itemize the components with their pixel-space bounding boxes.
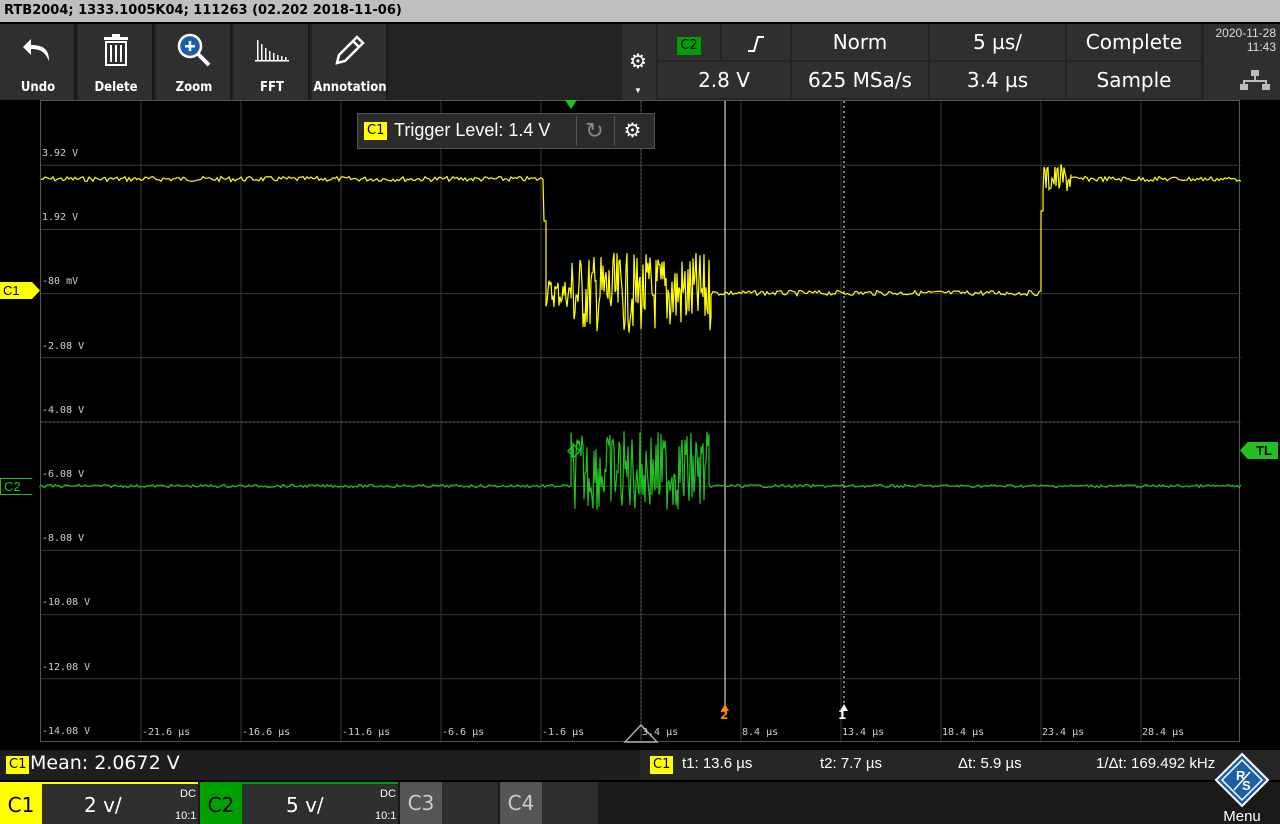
channel-c3-button[interactable]: C3 (400, 782, 498, 824)
time-text: 11:43 (1246, 40, 1276, 54)
trigger-slope[interactable] (722, 24, 790, 60)
zoom-button[interactable]: Zoom (156, 24, 232, 100)
title-bar: RTB2004; 1333.1005K04; 111263 (02.202 20… (0, 0, 1280, 22)
acquisition-mode[interactable]: Sample (1067, 62, 1201, 98)
network-icon (1240, 70, 1270, 95)
channel-bar: C1 2 v/ DC 10:1 C2 5 v/ DC 10:1 C3 C4 RS… (0, 752, 1280, 824)
rising-edge-icon (746, 30, 766, 54)
y-axis-label: -6.08 V (42, 469, 85, 480)
waveform-display[interactable] (40, 100, 1242, 743)
fft-button[interactable]: FFT (234, 24, 310, 100)
acquisition-state[interactable]: Complete (1067, 24, 1201, 60)
x-axis-label: -6.6 µs (442, 727, 485, 738)
c2-scale: 5 v/ (286, 793, 324, 817)
cursor-t2: t2: 7.7 µs (820, 755, 883, 772)
c1-scale: 2 v/ (84, 793, 122, 817)
trigger-position-marker[interactable] (565, 100, 577, 109)
waveform-plot (40, 101, 1242, 743)
measurement-bar: C1 Mean: 2.0672 V C1 t1: 13.6 µs t2: 7.7… (0, 750, 1280, 780)
x-axis-label: 28.4 µs (1142, 727, 1185, 738)
x-axis-label: -11.6 µs (342, 727, 391, 738)
x-axis-label: 18.4 µs (942, 727, 985, 738)
toolbar: Undo Delete Zoom FFT Annotation ⚙ ▼ C2 N… (0, 24, 1280, 100)
sample-rate[interactable]: 625 MSa/s (792, 62, 928, 98)
fft-icon (234, 30, 310, 70)
trigger-level[interactable]: 2.8 V (658, 62, 790, 98)
y-axis-label: -12.08 V (42, 661, 91, 673)
trigger-position[interactable]: 3.4 µs (930, 62, 1065, 98)
menu-button[interactable]: RS Menu (1204, 750, 1280, 824)
y-axis-label: -10.08 V (42, 597, 91, 609)
channel-c1-button[interactable]: C1 2 v/ DC 10:1 (0, 782, 198, 824)
cursor-delta-t: Δt: 5.9 µs (958, 755, 1022, 772)
trigger-settings-button[interactable]: ⚙ ▼ (622, 24, 656, 100)
cursor-channel: C1 (650, 756, 674, 774)
trigger-level-text: Trigger Level: 1.4 V (394, 120, 551, 140)
y-axis-label: -4.08 V (42, 404, 85, 416)
y-axis-label: -8.08 V (42, 533, 85, 545)
measurement-channel: C1 (6, 756, 30, 774)
cursor-t1: t1: 13.6 µs (682, 755, 753, 772)
x-axis-label: 3.4 µs (642, 727, 679, 738)
x-axis-label: -1.6 µs (542, 727, 585, 738)
channel-c4-button[interactable]: C4 (500, 782, 598, 824)
gear-icon[interactable]: ⚙ (614, 116, 650, 146)
y-axis-label: -2.08 V (42, 340, 85, 352)
trigger-source[interactable]: C2 (658, 24, 720, 60)
y-axis-label: 1.92 V (42, 212, 79, 224)
x-axis-label: -16.6 µs (242, 727, 291, 738)
timebase[interactable]: 5 µs/ (930, 24, 1065, 60)
trigger-level-marker[interactable]: TL (1240, 442, 1278, 459)
mean-measurement[interactable]: Mean: 2.0672 V (30, 752, 180, 774)
x-axis-label: -21.6 µs (142, 727, 191, 738)
trigger-popup-channel: C1 (364, 122, 388, 140)
x-axis-label: 23.4 µs (1042, 727, 1085, 738)
undo-button[interactable]: Undo (0, 24, 76, 100)
x-axis-label: 13.4 µs (842, 727, 885, 738)
delete-button[interactable]: Delete (78, 24, 154, 100)
cursor-1-label[interactable]: 1 (838, 708, 846, 722)
x-axis-label: 8.4 µs (742, 727, 779, 738)
trigger-mode[interactable]: Norm (792, 24, 928, 60)
date-text: 2020-11-28 (1215, 26, 1277, 40)
trigger-level-popup: C1 Trigger Level: 1.4 V ↻ ⚙ (357, 113, 655, 149)
annotation-button[interactable]: Annotation (312, 24, 388, 100)
y-axis-label: -14.08 V (42, 725, 91, 737)
y-axis-label: -80 mV (42, 276, 79, 288)
trash-icon (78, 30, 154, 70)
channel-c2-button[interactable]: C2 5 v/ DC 10:1 (200, 782, 398, 824)
rs-logo-icon: RS (1214, 752, 1270, 813)
cursor-readout[interactable]: C1 t1: 13.6 µs t2: 7.7 µs Δt: 5.9 µs 1/Δ… (640, 750, 1280, 780)
menu-label: Menu (1223, 808, 1261, 824)
cursor-2-label[interactable]: 2 (720, 708, 728, 722)
c2-offset-marker[interactable]: C2 (0, 478, 40, 495)
dropdown-arrow-icon: ▼ (634, 86, 642, 95)
reset-icon[interactable]: ↻ (576, 116, 612, 146)
c1-offset-marker[interactable]: C1 (0, 282, 40, 299)
zoom-icon (156, 30, 232, 70)
y-axis-label: 3.92 V (42, 148, 79, 159)
clock-panel: 2020-11-28 11:43 (1204, 24, 1280, 100)
gear-icon: ⚙ (629, 51, 647, 73)
pencil-icon (312, 30, 388, 70)
cursor-inverse-delta: 1/Δt: 169.492 kHz (1096, 755, 1216, 772)
undo-icon (0, 30, 76, 70)
